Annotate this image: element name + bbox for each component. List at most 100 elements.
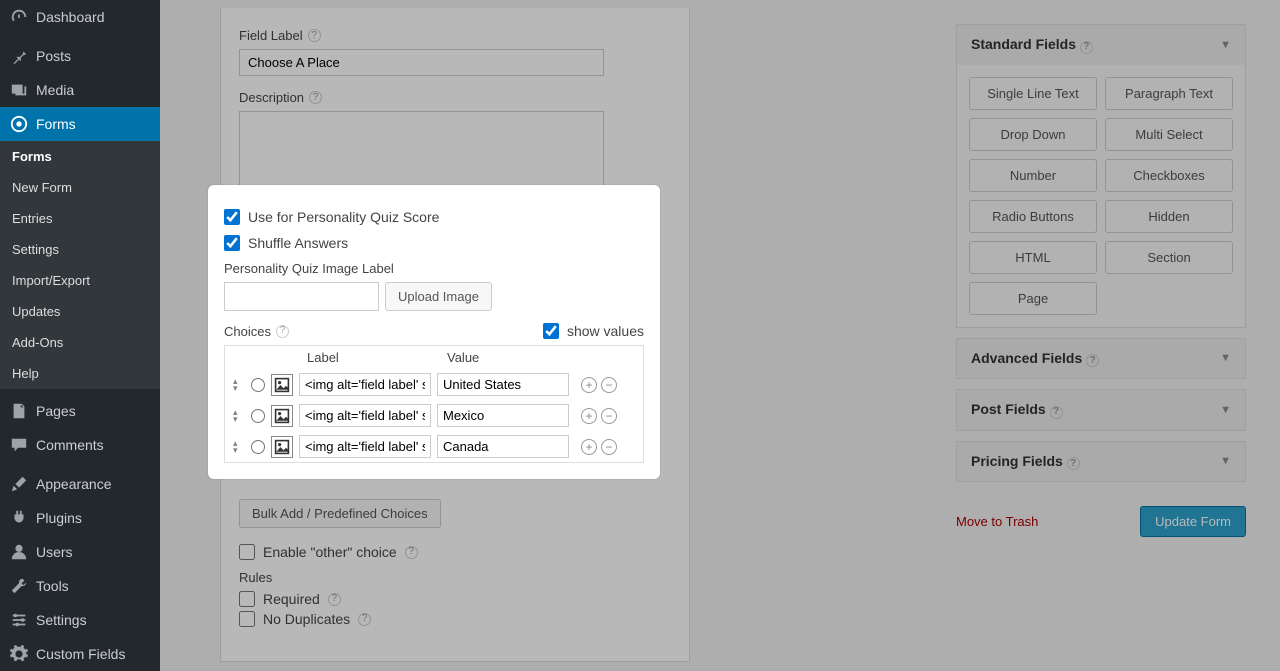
- quiz-score-checkbox[interactable]: [224, 209, 240, 225]
- required-checkbox[interactable]: [239, 591, 255, 607]
- bulk-add-button[interactable]: Bulk Add / Predefined Choices: [239, 499, 441, 528]
- no-duplicates-checkbox[interactable]: [239, 611, 255, 627]
- nav-tools-label: Tools: [36, 578, 69, 594]
- pricing-fields-header[interactable]: Pricing Fields ? ▼: [957, 442, 1245, 482]
- add-choice-icon[interactable]: +: [581, 377, 597, 393]
- subnav-help[interactable]: Help: [0, 358, 160, 389]
- shuffle-checkbox[interactable]: [224, 235, 240, 251]
- help-icon[interactable]: ?: [358, 613, 371, 626]
- nav-forms-label: Forms: [36, 116, 76, 132]
- help-icon[interactable]: ?: [1067, 457, 1080, 470]
- choice-default-radio[interactable]: [251, 440, 265, 454]
- field-type-button[interactable]: Section: [1105, 241, 1233, 274]
- image-label-input[interactable]: [224, 282, 379, 311]
- comment-icon: [10, 436, 28, 454]
- subnav-updates[interactable]: Updates: [0, 296, 160, 327]
- show-values-checkbox[interactable]: [543, 323, 559, 339]
- field-type-button[interactable]: Checkboxes: [1105, 159, 1233, 192]
- choice-default-radio[interactable]: [251, 409, 265, 423]
- image-icon[interactable]: [271, 374, 293, 396]
- col-value: Value: [447, 350, 479, 365]
- standard-fields-header[interactable]: Standard Fields ? ▼: [957, 25, 1245, 65]
- remove-choice-icon[interactable]: −: [601, 439, 617, 455]
- drag-handle-icon[interactable]: [233, 378, 245, 392]
- nav-tools[interactable]: Tools: [0, 569, 160, 603]
- subnav-new-form[interactable]: New Form: [0, 172, 160, 203]
- choice-label-input[interactable]: [299, 435, 431, 458]
- help-icon[interactable]: ?: [1086, 354, 1099, 367]
- subnav-settings[interactable]: Settings: [0, 234, 160, 265]
- field-type-button[interactable]: Page: [969, 282, 1097, 315]
- remove-choice-icon[interactable]: −: [601, 408, 617, 424]
- help-icon[interactable]: ?: [1050, 406, 1063, 419]
- advanced-fields-panel: Advanced Fields ? ▼: [956, 338, 1246, 380]
- show-values-label: show values: [567, 323, 644, 339]
- nav-users[interactable]: Users: [0, 535, 160, 569]
- nav-settings-label: Settings: [36, 612, 87, 628]
- nav-custom-fields[interactable]: Custom Fields: [0, 637, 160, 671]
- choice-default-radio[interactable]: [251, 378, 265, 392]
- drag-handle-icon[interactable]: [233, 409, 245, 423]
- nav-comments[interactable]: Comments: [0, 428, 160, 462]
- nav-pages[interactable]: Pages: [0, 394, 160, 428]
- choice-value-input[interactable]: [437, 435, 569, 458]
- advanced-fields-header[interactable]: Advanced Fields ? ▼: [957, 339, 1245, 379]
- field-type-button[interactable]: Multi Select: [1105, 118, 1233, 151]
- description-textarea[interactable]: [239, 111, 604, 196]
- nav-media[interactable]: Media: [0, 73, 160, 107]
- nav-plugins[interactable]: Plugins: [0, 501, 160, 535]
- help-icon[interactable]: ?: [309, 91, 322, 104]
- field-label-input[interactable]: [239, 49, 604, 76]
- plug-icon: [10, 509, 28, 527]
- choice-row: +−: [225, 400, 643, 431]
- nav-posts[interactable]: Posts: [0, 39, 160, 73]
- choices-table: Label Value +− +−: [224, 345, 644, 463]
- help-icon[interactable]: ?: [276, 325, 289, 338]
- sliders-icon: [10, 611, 28, 629]
- enable-other-checkbox[interactable]: [239, 544, 255, 560]
- field-type-button[interactable]: Radio Buttons: [969, 200, 1097, 233]
- nav-appearance-label: Appearance: [36, 476, 112, 492]
- nav-settings[interactable]: Settings: [0, 603, 160, 637]
- choice-row: +−: [225, 431, 643, 462]
- field-type-button[interactable]: Drop Down: [969, 118, 1097, 151]
- image-label-label: Personality Quiz Image Label: [224, 261, 644, 276]
- field-type-button[interactable]: Number: [969, 159, 1097, 192]
- image-icon[interactable]: [271, 405, 293, 427]
- help-icon[interactable]: ?: [308, 29, 321, 42]
- required-label: Required: [263, 591, 320, 607]
- field-type-button[interactable]: Hidden: [1105, 200, 1233, 233]
- move-to-trash-link[interactable]: Move to Trash: [956, 514, 1038, 529]
- nav-forms[interactable]: Forms: [0, 107, 160, 141]
- upload-image-button[interactable]: Upload Image: [385, 282, 492, 311]
- nav-appearance[interactable]: Appearance: [0, 467, 160, 501]
- drag-handle-icon[interactable]: [233, 440, 245, 454]
- subnav-addons[interactable]: Add-Ons: [0, 327, 160, 358]
- choice-label-input[interactable]: [299, 373, 431, 396]
- help-icon[interactable]: ?: [405, 546, 418, 559]
- gear-icon: [10, 645, 28, 663]
- help-icon[interactable]: ?: [328, 593, 341, 606]
- subnav-forms[interactable]: Forms: [0, 141, 160, 172]
- pricing-fields-panel: Pricing Fields ? ▼: [956, 441, 1246, 483]
- add-choice-icon[interactable]: +: [581, 408, 597, 424]
- choice-value-input[interactable]: [437, 373, 569, 396]
- image-icon[interactable]: [271, 436, 293, 458]
- field-type-button[interactable]: Single Line Text: [969, 77, 1097, 110]
- media-icon: [10, 81, 28, 99]
- help-icon[interactable]: ?: [1080, 41, 1093, 54]
- remove-choice-icon[interactable]: −: [601, 377, 617, 393]
- field-type-button[interactable]: HTML: [969, 241, 1097, 274]
- choice-value-input[interactable]: [437, 404, 569, 427]
- update-form-button[interactable]: Update Form: [1140, 506, 1246, 537]
- subnav-import-export[interactable]: Import/Export: [0, 265, 160, 296]
- post-fields-panel: Post Fields ? ▼: [956, 389, 1246, 431]
- subnav-entries[interactable]: Entries: [0, 203, 160, 234]
- post-fields-header[interactable]: Post Fields ? ▼: [957, 390, 1245, 430]
- nav-dashboard[interactable]: Dashboard: [0, 0, 160, 34]
- field-type-button[interactable]: Paragraph Text: [1105, 77, 1233, 110]
- enable-other-label: Enable "other" choice: [263, 544, 397, 560]
- choice-label-input[interactable]: [299, 404, 431, 427]
- add-choice-icon[interactable]: +: [581, 439, 597, 455]
- nav-media-label: Media: [36, 82, 74, 98]
